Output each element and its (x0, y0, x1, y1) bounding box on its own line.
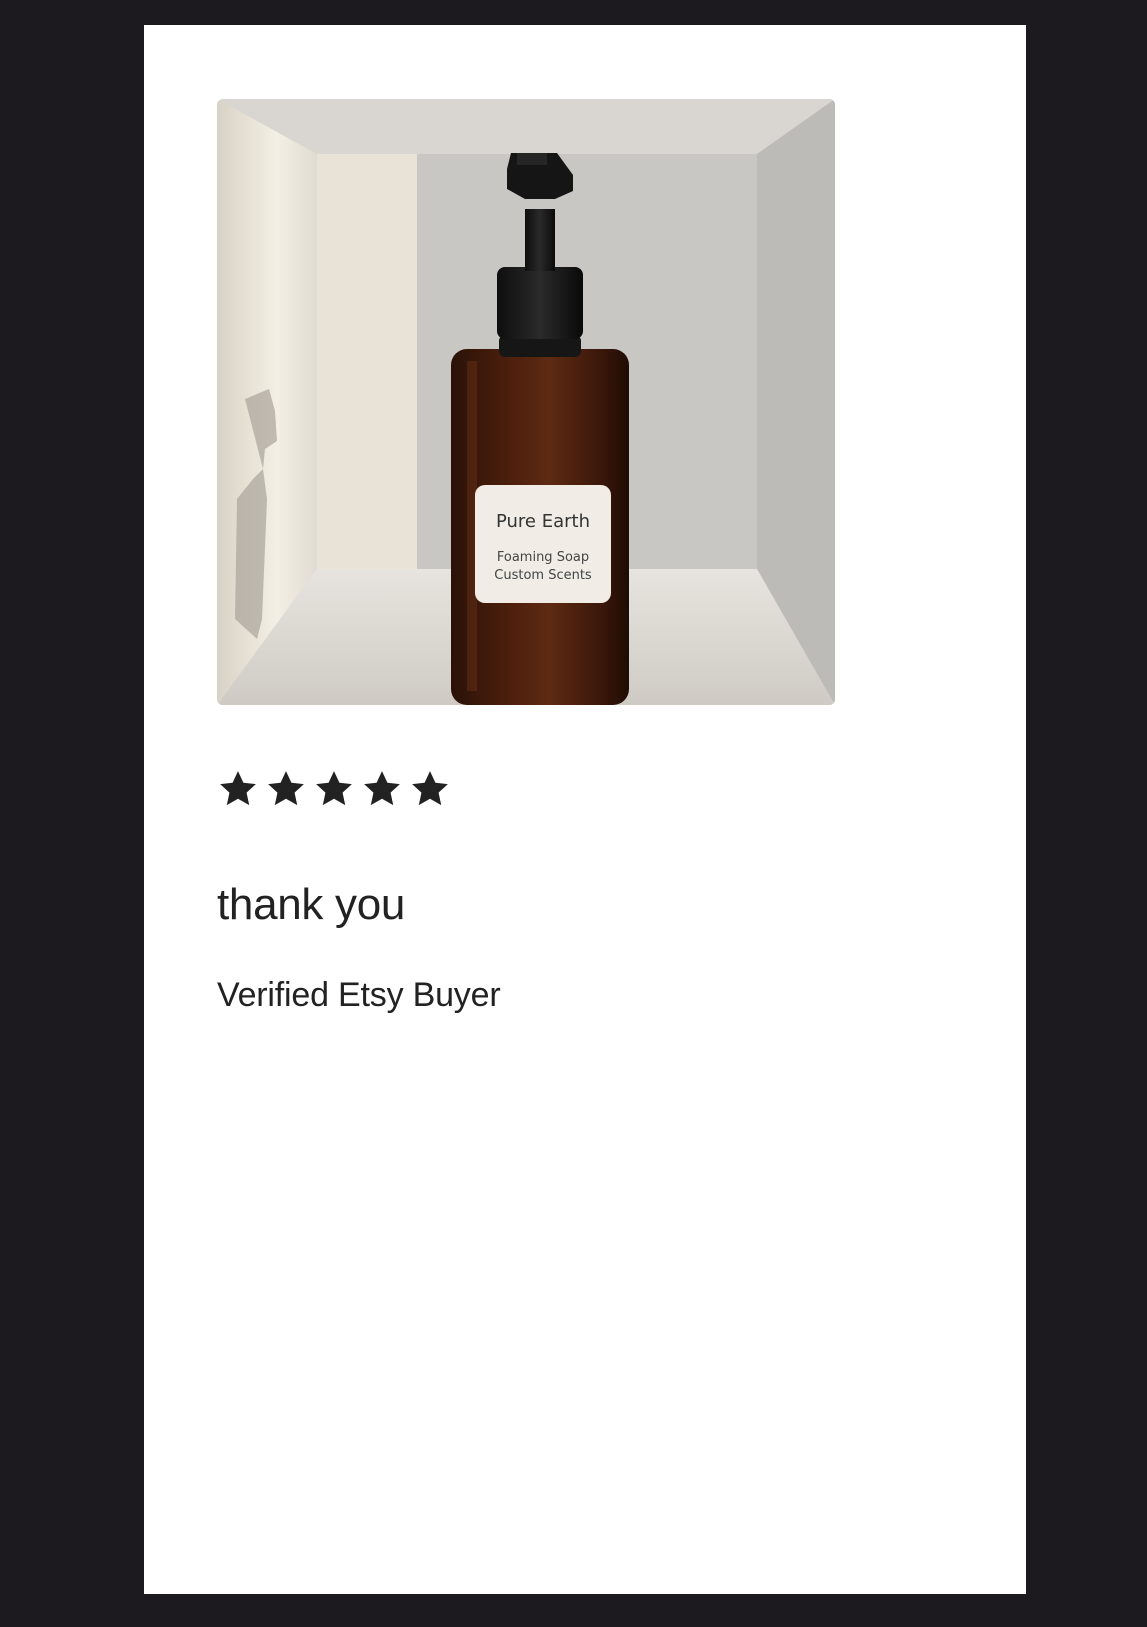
reviewer-name: Verified Etsy Buyer (217, 976, 501, 1014)
star-icon (361, 768, 403, 810)
star-icon (313, 768, 355, 810)
label-brand-text: Pure Earth (496, 511, 590, 532)
label-line1-text: Foaming Soap (497, 550, 589, 565)
review-photo[interactable]: Pure Earth Foaming Soap Custom Scents (217, 99, 835, 705)
review-title: thank you (217, 880, 406, 929)
soap-bottle-image: Pure Earth Foaming Soap Custom Scents (217, 99, 835, 705)
star-icon (409, 768, 451, 810)
star-rating (217, 768, 451, 810)
review-card: Pure Earth Foaming Soap Custom Scents th… (144, 25, 1026, 1594)
star-icon (217, 768, 259, 810)
star-icon (265, 768, 307, 810)
label-line2-text: Custom Scents (494, 568, 592, 583)
page: Pure Earth Foaming Soap Custom Scents th… (0, 0, 1147, 1627)
